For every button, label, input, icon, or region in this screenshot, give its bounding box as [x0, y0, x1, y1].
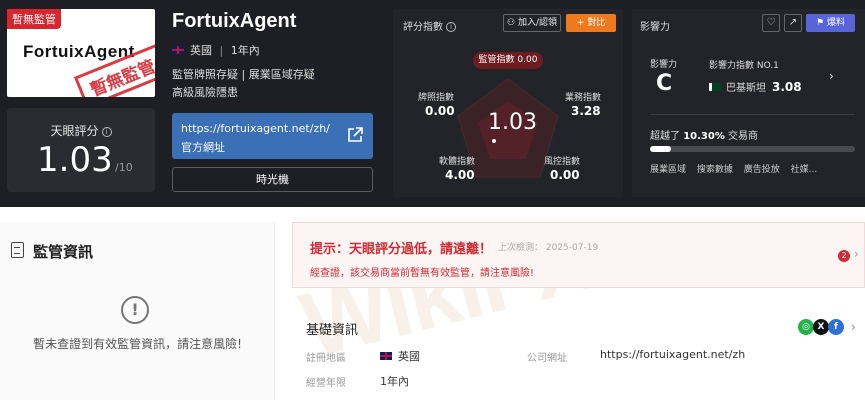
divider: [650, 114, 855, 115]
official-site-button[interactable]: https://fortuixagent.net/zh/ 官方網址: [172, 113, 373, 159]
broker-header: 暫無監管 FortuixAgent 暫無監管 天眼評分 i 1.03 /10 Fo…: [0, 0, 865, 207]
influence-panel: 影響力 ♡ ↗ ⚑ 爆料 影響力 C 影響力指數 NO.1 巴基斯坦 3.08 ›…: [632, 9, 865, 197]
pakistan-flag-icon: [709, 83, 721, 91]
document-icon: [11, 242, 24, 258]
tag-region[interactable]: 展業區域: [650, 165, 686, 175]
plus-icon: +: [576, 18, 588, 28]
influence-country: 巴基斯坦 3.08: [709, 79, 802, 94]
user-icon: ⚇: [507, 18, 518, 28]
info-icon[interactable]: i: [101, 127, 112, 137]
uk-flag-icon: [172, 46, 184, 54]
score-max: /10: [115, 161, 133, 174]
regulation-message: 暫未查證到有效監管資訊，請注意風險!: [33, 337, 242, 351]
software-index-label: 軟體指數: [439, 157, 476, 167]
business-index-value: 3.28: [571, 104, 601, 118]
chevron-right-icon[interactable]: ›: [854, 247, 859, 261]
warning-title: 提示：天眼評分過低，請遠離！: [310, 242, 493, 257]
info-icon[interactable]: i: [446, 22, 456, 32]
site-label: 官方網址: [181, 141, 225, 154]
broker-logo: 暫無監管 FortuixAgent 暫無監管: [7, 9, 155, 97]
tag-social[interactable]: 社媒...: [791, 165, 818, 175]
influence-grade: C: [656, 71, 673, 96]
license-doubt: 監管牌照存疑 | 展業區域存疑: [172, 68, 315, 81]
report-button[interactable]: ⚑ 爆料: [806, 14, 855, 32]
regulation-title: 監管資訊: [33, 243, 94, 261]
years-label: 經營年限: [306, 378, 346, 389]
rating-title: 評分指數: [403, 22, 443, 33]
compare-button[interactable]: + 對比: [566, 14, 616, 32]
license-index-label: 牌照指數: [418, 93, 455, 103]
site-url: https://fortuixagent.net/zh/: [181, 122, 330, 135]
company-site-value[interactable]: https://fortuixagent.net/zh: [600, 348, 745, 361]
warning-count-badge: 2: [838, 250, 850, 262]
tag-ads[interactable]: 廣告投放: [744, 165, 780, 175]
uk-flag-icon: [380, 352, 392, 360]
regulation-card: 監管資訊 ! 暫未查證到有效監管資訊，請注意風險!: [0, 222, 275, 400]
share-icon[interactable]: ↗: [784, 14, 802, 32]
rating-panel: 評分指數 i ⚇ 加入/認領 + 對比 監管指數 0.00 1.03 牌照指數 0…: [393, 9, 623, 197]
reg-region-value: 英國: [380, 348, 420, 364]
influence-grade-label: 影響力: [650, 60, 678, 70]
chevron-right-icon[interactable]: ›: [829, 69, 834, 83]
chevron-right-icon[interactable]: ›: [851, 320, 856, 334]
influence-index-label: 影響力指數 NO.1: [709, 61, 779, 71]
megaphone-icon: ⚑: [816, 18, 827, 28]
alert-icon: !: [121, 296, 149, 324]
company-name: FortuixAgent: [172, 10, 297, 32]
surpass-text: 超越了 10.30% 交易商: [650, 131, 759, 142]
company-meta: 英國 | 1年內: [172, 42, 260, 58]
risk-index-value: 0.00: [550, 168, 580, 182]
influence-title: 影響力: [640, 22, 670, 33]
software-index-value: 4.00: [445, 168, 475, 182]
center-score: 1.03: [488, 110, 537, 135]
unregulated-tag: 暫無監管: [7, 9, 61, 29]
regulatory-index-badge: 監管指數 0.00: [473, 52, 543, 69]
x-icon[interactable]: X: [813, 319, 829, 335]
warning-date: 上次檢測： 2025-07-19: [498, 243, 599, 253]
tag-search[interactable]: 搜索數據: [697, 165, 733, 175]
join-claim-button[interactable]: ⚇ 加入/認領: [503, 14, 561, 32]
risk-level: 高級風險隱患: [172, 86, 238, 99]
whatsapp-icon[interactable]: ◎: [798, 319, 814, 335]
score-card: 天眼評分 i 1.03 /10: [7, 108, 155, 192]
time-machine-button[interactable]: 時光機: [172, 167, 373, 192]
facebook-icon[interactable]: f: [828, 319, 844, 335]
heart-icon[interactable]: ♡: [762, 14, 780, 32]
score-value: 1.03: [37, 140, 113, 180]
warning-banner[interactable]: 提示：天眼評分過低，請遠離！ 上次檢測： 2025-07-19 經查證，該交易商…: [292, 222, 865, 288]
license-index-value: 0.00: [425, 104, 455, 118]
warning-text: 經查證，該交易商當前暫無有效監管，請注意風險!: [310, 268, 535, 279]
company-site-label: 公司網址: [527, 353, 567, 364]
external-link-icon: [348, 127, 363, 142]
reg-region-label: 註冊地區: [306, 353, 346, 364]
business-index-label: 業務指數: [565, 93, 602, 103]
years-value: 1年內: [380, 375, 409, 388]
surpass-progress-fill: [650, 146, 672, 152]
risk-index-label: 風控指數: [544, 157, 581, 167]
basic-info-title: 基礎資訊: [306, 323, 359, 338]
influence-tags: 展業區域 搜索數據 廣告投放 社媒...: [650, 162, 825, 175]
surpass-progress: [650, 146, 855, 152]
score-label: 天眼評分: [50, 124, 99, 138]
